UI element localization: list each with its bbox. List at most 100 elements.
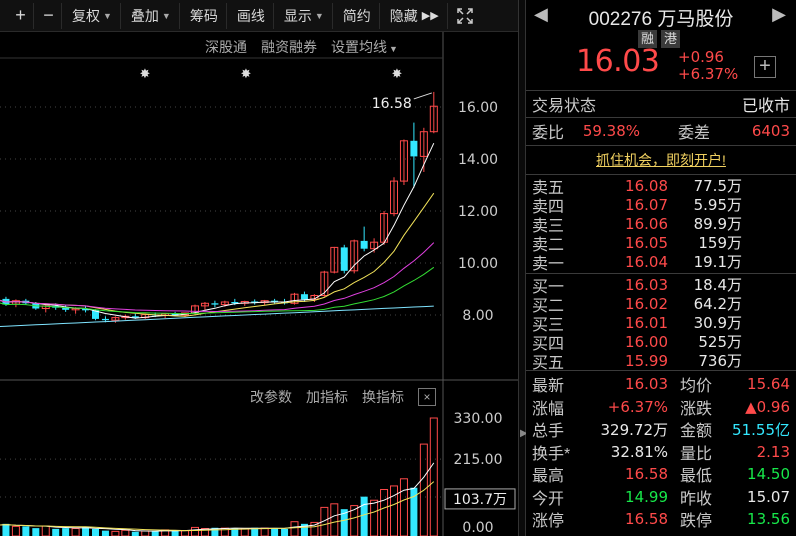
zoom-in-button[interactable]: + xyxy=(8,2,34,29)
volume-bar xyxy=(191,526,199,536)
stat-label: 金额 xyxy=(680,423,713,440)
level-volume: 18.4万 xyxy=(693,276,742,294)
volume-bar xyxy=(32,528,40,536)
volume-bar xyxy=(290,521,299,536)
caret-down-icon: ▼ xyxy=(314,10,324,21)
open-account-link[interactable]: 抓住机会，即刻开户! xyxy=(526,150,796,172)
kline-chart[interactable]: 16.00 14.00 12.00 10.00 8.00 ✸ ✸ ✸ 16.58 330.00 21… xyxy=(0,32,518,536)
ma-line xyxy=(0,192,435,317)
stat-value: 14.99 xyxy=(625,487,668,506)
stat-value: 13.56 xyxy=(747,510,790,528)
high-annotation-line xyxy=(413,92,432,100)
minus-icon: − xyxy=(43,5,54,25)
quote-stat-row: 涨停 16.58 跌停 13.56 xyxy=(532,508,790,530)
volume-bar xyxy=(41,525,50,536)
volume-bar xyxy=(141,530,150,536)
volume-bar xyxy=(2,523,10,536)
stat-label: 涨幅 xyxy=(532,400,565,418)
volume-bar xyxy=(111,530,120,536)
stat-label: 最高 xyxy=(532,468,565,485)
level-volume: 5.95万 xyxy=(693,196,742,214)
last-price: 16.03 xyxy=(576,44,660,79)
stat-value: 15.64 xyxy=(747,375,790,393)
level-price: 16.06 xyxy=(625,214,668,233)
add-indicator-link[interactable]: 加指标 xyxy=(306,387,348,407)
stat-label: 量比 xyxy=(680,445,713,463)
event-marker-icon: ✸ xyxy=(241,66,252,81)
volume-bar xyxy=(399,478,408,536)
fuquan-dropdown[interactable]: 复权 ▼ xyxy=(64,2,121,29)
close-indicator-button[interactable]: × xyxy=(418,388,436,406)
candle-body xyxy=(410,140,418,157)
divider xyxy=(526,145,796,146)
level-volume: 89.9万 xyxy=(693,215,742,233)
volume-bar xyxy=(181,530,190,536)
hk-connect-tag[interactable]: 港 xyxy=(661,30,681,48)
quote-panel: ◀ 002276 万马股份 ▶ 融 港 16.03 +0.96 +6.37% +… xyxy=(526,0,796,536)
candle-body xyxy=(300,294,308,300)
event-marker-icon: ✸ xyxy=(140,66,151,81)
overlay-dropdown[interactable]: 叠加 ▼ xyxy=(123,2,180,29)
stat-label: 今开 xyxy=(532,490,565,508)
level-price: 16.00 xyxy=(625,332,668,351)
caret-down-icon: ▼ xyxy=(161,10,171,21)
panel-splitter[interactable]: ▶ xyxy=(518,0,528,536)
level-price: 16.02 xyxy=(625,294,668,313)
volume-bar xyxy=(281,528,289,536)
volume-bar xyxy=(260,527,269,536)
expand-icon xyxy=(456,7,473,24)
volume-bar xyxy=(360,496,368,536)
volume-bar xyxy=(271,528,279,536)
divider xyxy=(526,370,796,371)
add-watchlist-button[interactable]: + xyxy=(754,56,776,78)
weibi-value: 59.38% xyxy=(582,122,641,140)
price-change: +0.96 xyxy=(678,48,724,66)
order-book-row[interactable]: 买五 15.99 736万 xyxy=(532,351,790,372)
hide-button[interactable]: 隐藏 ▶▶ xyxy=(382,2,448,29)
switch-indicator-link[interactable]: 换指标 xyxy=(362,387,404,407)
trade-status-value: 已收市 xyxy=(741,98,790,115)
candle-body xyxy=(340,247,348,271)
level-price: 16.07 xyxy=(625,195,668,214)
stat-label: 最新 xyxy=(532,378,565,395)
display-label: 显示 xyxy=(283,7,312,24)
volume-bar xyxy=(370,499,379,536)
fullscreen-button[interactable] xyxy=(452,3,478,29)
plus-icon: + xyxy=(759,55,771,77)
draw-line-button[interactable]: 画线 xyxy=(229,2,274,29)
volume-bar xyxy=(62,528,70,536)
stat-label: 均价 xyxy=(680,378,713,395)
chart-toolbar: + − 复权 ▼ 叠加 ▼ 筹码 画线 显示 ▼ 简约 隐藏 ▶▶ xyxy=(0,0,520,32)
volume-bar xyxy=(151,531,159,536)
next-stock-button[interactable]: ▶ xyxy=(772,4,786,25)
chips-label: 筹码 xyxy=(189,7,218,24)
chips-button[interactable]: 筹码 xyxy=(182,2,227,29)
quote-stat-row: 最高 16.58 最低 14.50 xyxy=(532,463,790,485)
simple-label: 简约 xyxy=(342,7,371,24)
quote-stat-row: 最新 16.03 均价 15.64 xyxy=(532,373,790,395)
volume-bar xyxy=(101,530,109,536)
current-volume-label: 103.7万 xyxy=(453,492,507,508)
level-name: 卖一 xyxy=(532,255,565,273)
change-params-link[interactable]: 改参数 xyxy=(250,387,292,407)
hide-label: 隐藏 xyxy=(389,7,418,24)
stat-value: +6.37% xyxy=(607,397,668,416)
stat-value: 51.55亿 xyxy=(732,420,790,439)
price-change-pct: +6.37% xyxy=(678,65,739,83)
display-dropdown[interactable]: 显示 ▼ xyxy=(276,2,333,29)
quote-stat-row: 换手* 32.81% 量比 2.13 xyxy=(532,441,790,463)
overlay-label: 叠加 xyxy=(130,7,159,24)
volume-bar xyxy=(390,485,398,536)
zoom-out-button[interactable]: − xyxy=(36,2,62,29)
level-price: 16.05 xyxy=(625,233,668,252)
candle-body xyxy=(101,318,109,321)
simple-button[interactable]: 简约 xyxy=(335,2,380,29)
volume-bar xyxy=(330,503,339,536)
stat-label: 换手* xyxy=(532,445,571,463)
order-book-row[interactable]: 卖一 16.04 19.1万 xyxy=(532,252,790,273)
volume-bar xyxy=(11,525,20,536)
trade-status-row: 交易状态 已收市 xyxy=(532,92,790,116)
level-name: 买五 xyxy=(532,354,565,372)
weicha-value: 6403 xyxy=(751,122,790,140)
volume-tick-label: 0.00 xyxy=(462,520,493,536)
